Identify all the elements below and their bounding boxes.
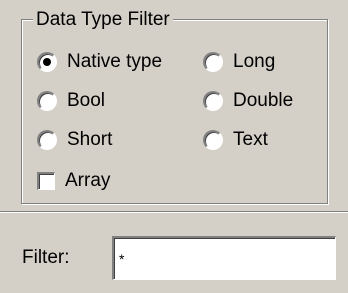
radio-bool-label: Bool: [67, 90, 106, 111]
radio-bool[interactable]: Bool: [37, 89, 105, 113]
array-checkbox-label: Array: [65, 170, 111, 191]
radio-native-type-label: Native type: [67, 51, 163, 72]
radio-native-type[interactable]: Native type: [37, 50, 162, 74]
radio-button-icon[interactable]: [203, 130, 223, 150]
radio-double[interactable]: Double: [203, 89, 293, 113]
radio-short-label: Short: [67, 129, 113, 150]
radio-long[interactable]: Long: [203, 50, 275, 74]
radio-text-label: Text: [233, 129, 268, 150]
radio-button-icon[interactable]: [37, 130, 57, 150]
array-checkbox[interactable]: Array: [37, 169, 110, 193]
group-title: Data Type Filter: [33, 9, 173, 31]
radio-button-icon[interactable]: [203, 52, 223, 72]
radio-text[interactable]: Text: [203, 128, 268, 152]
radio-button-icon[interactable]: [203, 91, 223, 111]
radio-double-label: Double: [233, 90, 294, 111]
radio-button-icon[interactable]: [37, 91, 57, 111]
separator: [0, 211, 348, 213]
radio-short[interactable]: Short: [37, 128, 112, 152]
filter-input[interactable]: [112, 236, 336, 280]
checkbox-icon[interactable]: [37, 172, 55, 190]
radio-button-selected-icon[interactable]: [37, 52, 57, 72]
filter-label: Filter:: [22, 247, 70, 268]
data-type-filter-panel: Data Type Filter Native type Long Bool D…: [0, 0, 348, 293]
radio-long-label: Long: [233, 51, 276, 72]
